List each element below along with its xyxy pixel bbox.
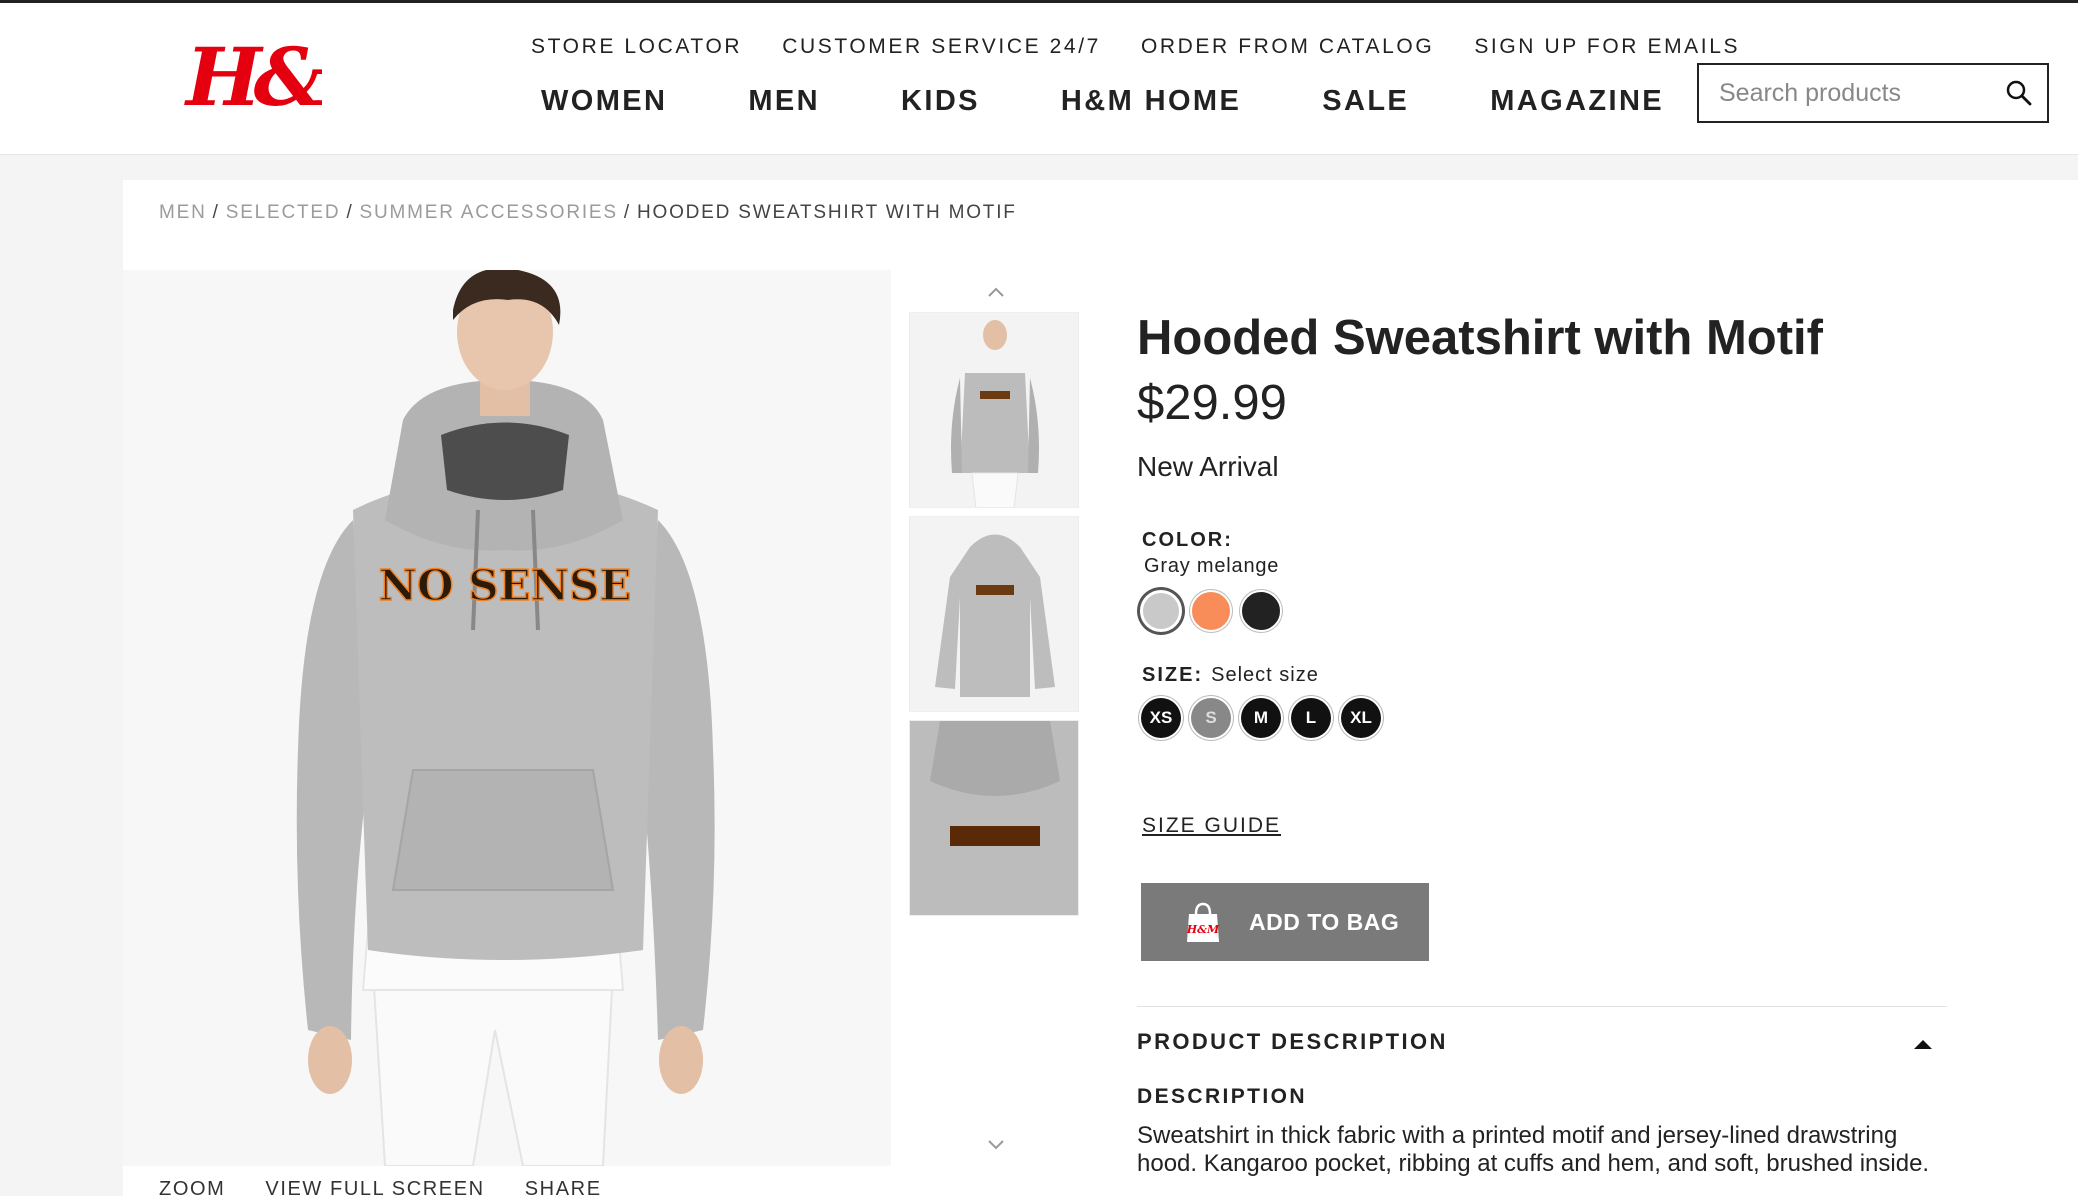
utility-nav: STORE LOCATOR CUSTOMER SERVICE 24/7 ORDE… bbox=[531, 35, 1740, 59]
breadcrumb-men[interactable]: MEN bbox=[159, 202, 207, 223]
nav-women[interactable]: WOMEN bbox=[541, 85, 667, 118]
store-locator-link[interactable]: STORE LOCATOR bbox=[531, 35, 742, 59]
swatch-orange[interactable] bbox=[1190, 590, 1232, 632]
thumbnail-strip bbox=[909, 280, 1083, 916]
product-description-header[interactable]: PRODUCT DESCRIPTION bbox=[1137, 1029, 1448, 1055]
description-text: Sweatshirt in thick fabric with a printe… bbox=[1137, 1122, 1930, 1177]
search-box bbox=[1697, 63, 2049, 123]
size-prompt: Select size bbox=[1211, 664, 1319, 686]
size-row: SIZE: Select size bbox=[1142, 664, 1319, 687]
thumbnail-flat-image bbox=[910, 517, 1078, 711]
thumbnail-model[interactable] bbox=[909, 312, 1079, 508]
size-options: XS S M L XL bbox=[1141, 698, 1381, 738]
breadcrumb-separator: / bbox=[212, 202, 220, 223]
customer-service-link[interactable]: CUSTOMER SERVICE 24/7 bbox=[782, 35, 1101, 59]
breadcrumb: MEN / SELECTED / SUMMER ACCESSORIES / HOODED S… bbox=[159, 202, 1017, 224]
main-product-image[interactable]: NO SENSE bbox=[123, 270, 891, 1166]
swatch-gray-melange[interactable] bbox=[1140, 590, 1182, 632]
svg-text:H&M: H&M bbox=[1186, 923, 1220, 936]
thumbnail-model-image bbox=[910, 313, 1078, 507]
size-m[interactable]: M bbox=[1241, 698, 1281, 738]
size-xl[interactable]: XL bbox=[1341, 698, 1381, 738]
main-nav: WOMEN MEN KIDS H&M HOME SALE MAGAZINE bbox=[541, 85, 1664, 118]
hm-logo[interactable]: H&M bbox=[182, 25, 322, 125]
fullscreen-button[interactable]: VIEW FULL SCREEN bbox=[265, 1178, 484, 1196]
nav-home[interactable]: H&M HOME bbox=[1061, 85, 1241, 118]
nav-magazine[interactable]: MAGAZINE bbox=[1490, 85, 1664, 118]
breadcrumb-selected[interactable]: SELECTED bbox=[226, 202, 341, 223]
swatch-black[interactable] bbox=[1240, 590, 1282, 632]
color-swatches bbox=[1140, 590, 1282, 632]
nav-men[interactable]: MEN bbox=[748, 85, 820, 118]
product-price: $29.99 bbox=[1137, 376, 1287, 430]
product-title: Hooded Sweatshirt with Motif bbox=[1137, 311, 1823, 365]
chevron-down-icon bbox=[988, 1140, 1004, 1150]
zoom-button[interactable]: ZOOM bbox=[159, 1178, 225, 1196]
model-illustration: NO SENSE bbox=[123, 270, 891, 1166]
size-label: SIZE: bbox=[1142, 664, 1204, 686]
thumb-down-arrow[interactable] bbox=[909, 1140, 1083, 1164]
size-guide-link[interactable]: SIZE GUIDE bbox=[1142, 814, 1281, 838]
breadcrumb-separator: / bbox=[346, 202, 354, 223]
breadcrumb-separator: / bbox=[623, 202, 631, 223]
chevron-up-icon bbox=[988, 287, 1004, 297]
site-header: H&M STORE LOCATOR CUSTOMER SERVICE 24/7 … bbox=[0, 3, 2078, 155]
thumbnail-detail[interactable] bbox=[909, 720, 1079, 916]
caret-up-icon[interactable] bbox=[1913, 1038, 1933, 1050]
size-l[interactable]: L bbox=[1291, 698, 1331, 738]
search-input[interactable] bbox=[1719, 65, 1999, 121]
new-arrival-badge: New Arrival bbox=[1137, 451, 1279, 482]
color-value: Gray melange bbox=[1144, 555, 1280, 577]
thumb-up-arrow[interactable] bbox=[909, 280, 1083, 304]
svg-text:H&M: H&M bbox=[184, 30, 322, 124]
image-tools: ZOOM VIEW FULL SCREEN SHARE bbox=[159, 1178, 602, 1196]
color-label: COLOR: bbox=[1142, 529, 1233, 551]
breadcrumb-current: HOODED SWEATSHIRT WITH MOTIF bbox=[636, 202, 1017, 223]
description-subheading: DESCRIPTION bbox=[1137, 1085, 1307, 1108]
product-page: MEN / SELECTED / SUMMER ACCESSORIES / HOODED S… bbox=[123, 180, 2078, 1196]
add-to-bag-label: ADD TO BAG bbox=[1249, 908, 1400, 935]
size-xs[interactable]: XS bbox=[1141, 698, 1181, 738]
email-signup-link[interactable]: SIGN UP FOR EMAILS bbox=[1474, 35, 1740, 59]
nav-sale[interactable]: SALE bbox=[1322, 85, 1409, 118]
nav-kids[interactable]: KIDS bbox=[901, 85, 980, 118]
order-catalog-link[interactable]: ORDER FROM CATALOG bbox=[1141, 35, 1434, 59]
svg-text:NO SENSE: NO SENSE bbox=[379, 561, 632, 610]
breadcrumb-summer-accessories[interactable]: SUMMER ACCESSORIES bbox=[360, 202, 618, 223]
add-to-bag-button[interactable]: H&M ADD TO BAG bbox=[1141, 883, 1429, 961]
thumbnail-flat[interactable] bbox=[909, 516, 1079, 712]
search-icon[interactable] bbox=[2005, 79, 2033, 107]
thumbnail-detail-image bbox=[910, 721, 1078, 915]
share-button[interactable]: SHARE bbox=[525, 1178, 602, 1196]
shopping-bag-icon: H&M bbox=[1186, 902, 1220, 942]
section-divider bbox=[1137, 1006, 1947, 1007]
size-s[interactable]: S bbox=[1191, 698, 1231, 738]
